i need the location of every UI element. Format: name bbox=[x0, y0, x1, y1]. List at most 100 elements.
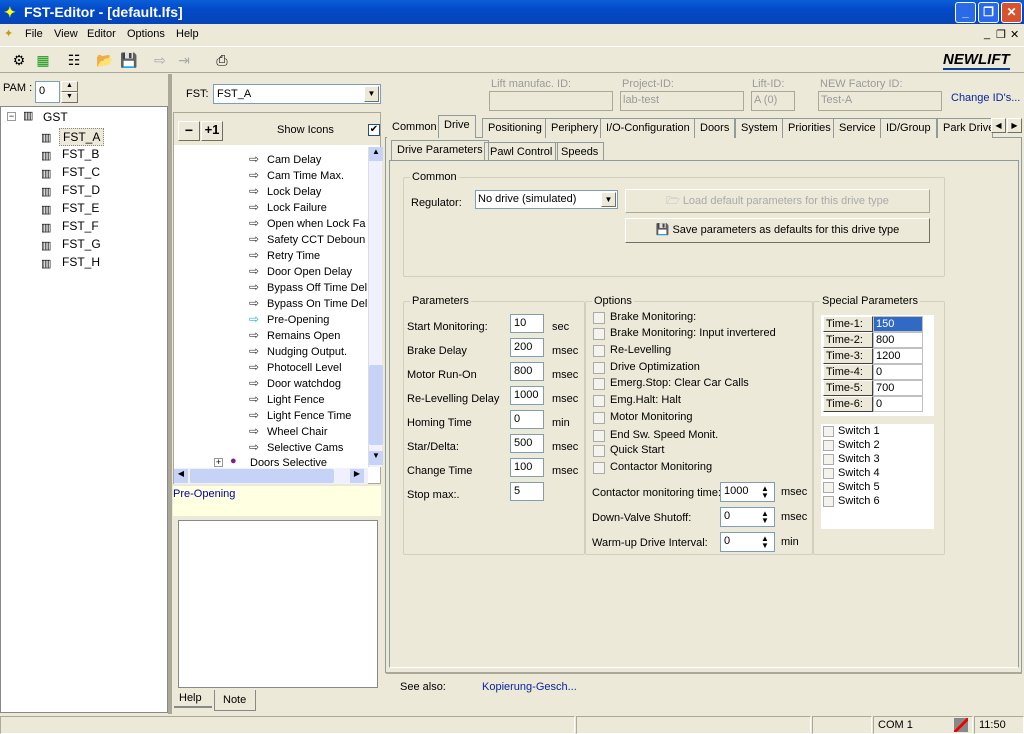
tree-item-param[interactable]: ⇨ Remains Open bbox=[249, 328, 367, 344]
expand-icon[interactable]: + bbox=[214, 458, 223, 467]
show-icons-checkbox[interactable]: ✔ bbox=[368, 124, 380, 136]
tab-park-drive[interactable]: Park Drive bbox=[937, 118, 993, 138]
horizontal-scrollbar[interactable]: ◀ ▶ bbox=[174, 468, 368, 484]
save-icon[interactable]: 💾 bbox=[120, 52, 138, 68]
subtab-pawl-control[interactable]: Pawl Control bbox=[484, 142, 559, 161]
pam-down-button[interactable]: ▼ bbox=[61, 92, 78, 103]
hscroll-thumb[interactable] bbox=[190, 469, 334, 483]
spinner-arrows-icon[interactable]: ▲ ▼ bbox=[761, 535, 769, 550]
tree-item-fst_g[interactable]: FST_G bbox=[59, 236, 104, 252]
tree-item-param[interactable]: ⇨ Bypass On Time Del bbox=[249, 296, 367, 312]
tree-item-fst_d[interactable]: FST_D bbox=[59, 182, 103, 198]
tree-item-fst_h[interactable]: FST_H bbox=[59, 254, 103, 270]
regulator-select[interactable]: No drive (simulated) ▼ bbox=[475, 190, 618, 209]
tree-root-gst[interactable]: GST bbox=[43, 110, 68, 124]
param-input[interactable]: 200 bbox=[510, 338, 544, 357]
pam-input[interactable]: 0 bbox=[35, 81, 60, 103]
tree-item-param[interactable]: ⇨ Open when Lock Fa bbox=[249, 216, 367, 232]
option-checkbox[interactable] bbox=[593, 395, 605, 407]
switch-checkbox[interactable] bbox=[823, 482, 834, 493]
tree-view-icon[interactable]: ☷ bbox=[65, 52, 83, 68]
scroll-down-button[interactable]: ▼ bbox=[369, 451, 383, 465]
chevron-down-icon[interactable]: ▼ bbox=[601, 192, 616, 207]
option-checkbox[interactable] bbox=[593, 345, 605, 357]
collapse-button[interactable]: − bbox=[178, 121, 200, 141]
option-checkbox[interactable] bbox=[593, 312, 605, 324]
option-checkbox[interactable] bbox=[593, 430, 605, 442]
time-value[interactable]: 150 bbox=[873, 316, 923, 332]
subtab-drive-parameters[interactable]: Drive Parameters bbox=[391, 140, 489, 161]
tab-id-group[interactable]: ID/Group bbox=[880, 118, 937, 138]
time-label[interactable]: Time-3: bbox=[823, 348, 873, 364]
param-input[interactable]: 5 bbox=[510, 482, 544, 501]
minimize-button[interactable]: _ bbox=[955, 2, 976, 23]
tree-item-fst_a[interactable]: FST_A bbox=[59, 128, 105, 146]
option-checkbox[interactable] bbox=[593, 412, 605, 424]
print-icon[interactable]: ⎙ bbox=[213, 52, 231, 68]
menu-view[interactable]: View bbox=[54, 28, 78, 40]
tree-item-param[interactable]: ⇨ Pre-Opening bbox=[249, 312, 367, 328]
menu-file[interactable]: File bbox=[25, 28, 43, 40]
scroll-up-button[interactable]: ▲ bbox=[369, 147, 383, 161]
load-defaults-button[interactable]: 🗁 Load default parameters for this drive… bbox=[625, 189, 930, 213]
menu-options[interactable]: Options bbox=[127, 28, 165, 40]
tree-item-fst_b[interactable]: FST_B bbox=[59, 146, 102, 162]
tree-item-param[interactable]: ⇨ Selective Cams bbox=[249, 440, 367, 456]
time-label[interactable]: Time-2: bbox=[823, 332, 873, 348]
chip-icon[interactable]: ▦ bbox=[34, 52, 52, 68]
spinner-arrows-icon[interactable]: ▲ ▼ bbox=[761, 485, 769, 500]
tab-note[interactable]: Note bbox=[214, 690, 256, 711]
tree-item-fst_f[interactable]: FST_F bbox=[59, 218, 102, 234]
tab-scroll-left-button[interactable]: ◀ bbox=[991, 118, 1006, 133]
expand-level-button[interactable]: +1 bbox=[201, 121, 223, 141]
tab-drive[interactable]: Drive bbox=[438, 115, 476, 138]
tab-periphery[interactable]: Periphery bbox=[545, 118, 605, 138]
switch-checkbox[interactable] bbox=[823, 468, 834, 479]
tree-item-fst_e[interactable]: FST_E bbox=[59, 200, 102, 216]
close-button[interactable]: ✕ bbox=[1001, 2, 1022, 23]
tree-item-param[interactable]: ⇨ Door watchdog bbox=[249, 376, 367, 392]
switch-checkbox[interactable] bbox=[823, 496, 834, 507]
time-value[interactable]: 0 bbox=[873, 396, 923, 412]
param-input[interactable]: 1000 bbox=[510, 386, 544, 405]
chevron-down-icon[interactable]: ▼ bbox=[364, 86, 379, 102]
menu-editor[interactable]: Editor bbox=[87, 28, 116, 40]
tree-item-param[interactable]: ⇨ Door Open Delay bbox=[249, 264, 367, 280]
tab-priorities[interactable]: Priorities bbox=[782, 118, 837, 138]
tree-item-param[interactable]: ⇨ Lock Failure bbox=[249, 200, 367, 216]
tree-item-param[interactable]: ⇨ Nudging Output. bbox=[249, 344, 367, 360]
switch-checkbox[interactable] bbox=[823, 426, 834, 437]
tab-system[interactable]: System bbox=[735, 118, 784, 138]
tree-item-param[interactable]: ⇨ Light Fence Time bbox=[249, 408, 367, 424]
tree-item-param[interactable]: ⇨ Retry Time bbox=[249, 248, 367, 264]
param-input[interactable]: 800 bbox=[510, 362, 544, 381]
time-label[interactable]: Time-5: bbox=[823, 380, 873, 396]
time-value[interactable]: 0 bbox=[873, 364, 923, 380]
tree-item-param[interactable]: ⇨ Wheel Chair bbox=[249, 424, 367, 440]
param-input[interactable]: 100 bbox=[510, 458, 544, 477]
tree-item-param[interactable]: ⇨ Bypass Off Time Del bbox=[249, 280, 367, 296]
param-input[interactable]: 10 bbox=[510, 314, 544, 333]
option-checkbox[interactable] bbox=[593, 378, 605, 390]
time-value[interactable]: 700 bbox=[873, 380, 923, 396]
settings-icon[interactable]: ⚙ bbox=[10, 52, 28, 68]
tab-doors[interactable]: Doors bbox=[694, 118, 736, 138]
tab-scroll-right-button[interactable]: ▶ bbox=[1007, 118, 1022, 133]
param-input[interactable]: 500 bbox=[510, 434, 544, 453]
open-folder-icon[interactable]: 📂 bbox=[96, 52, 114, 68]
maximize-button[interactable]: ❐ bbox=[978, 2, 999, 23]
menu-help[interactable]: Help bbox=[176, 28, 199, 40]
switch-checkbox[interactable] bbox=[823, 454, 834, 465]
tree-item-param[interactable]: ⇨ Cam Time Max. bbox=[249, 168, 367, 184]
tree-item-doors-selective[interactable]: Doors Selective bbox=[250, 457, 365, 469]
export-icon[interactable]: ⇨ bbox=[151, 52, 169, 68]
tree-item-param[interactable]: ⇨ Safety CCT Deboun bbox=[249, 232, 367, 248]
tab-help[interactable]: Help bbox=[174, 690, 212, 708]
tab-positioning[interactable]: Positioning bbox=[482, 118, 548, 138]
see-also-link[interactable]: Kopierung-Gesch... bbox=[482, 681, 577, 693]
collapse-icon[interactable]: − bbox=[7, 112, 16, 121]
option-checkbox[interactable] bbox=[593, 462, 605, 474]
tab-service[interactable]: Service bbox=[833, 118, 882, 138]
time-label[interactable]: Time-6: bbox=[823, 396, 873, 412]
option-checkbox[interactable] bbox=[593, 362, 605, 374]
